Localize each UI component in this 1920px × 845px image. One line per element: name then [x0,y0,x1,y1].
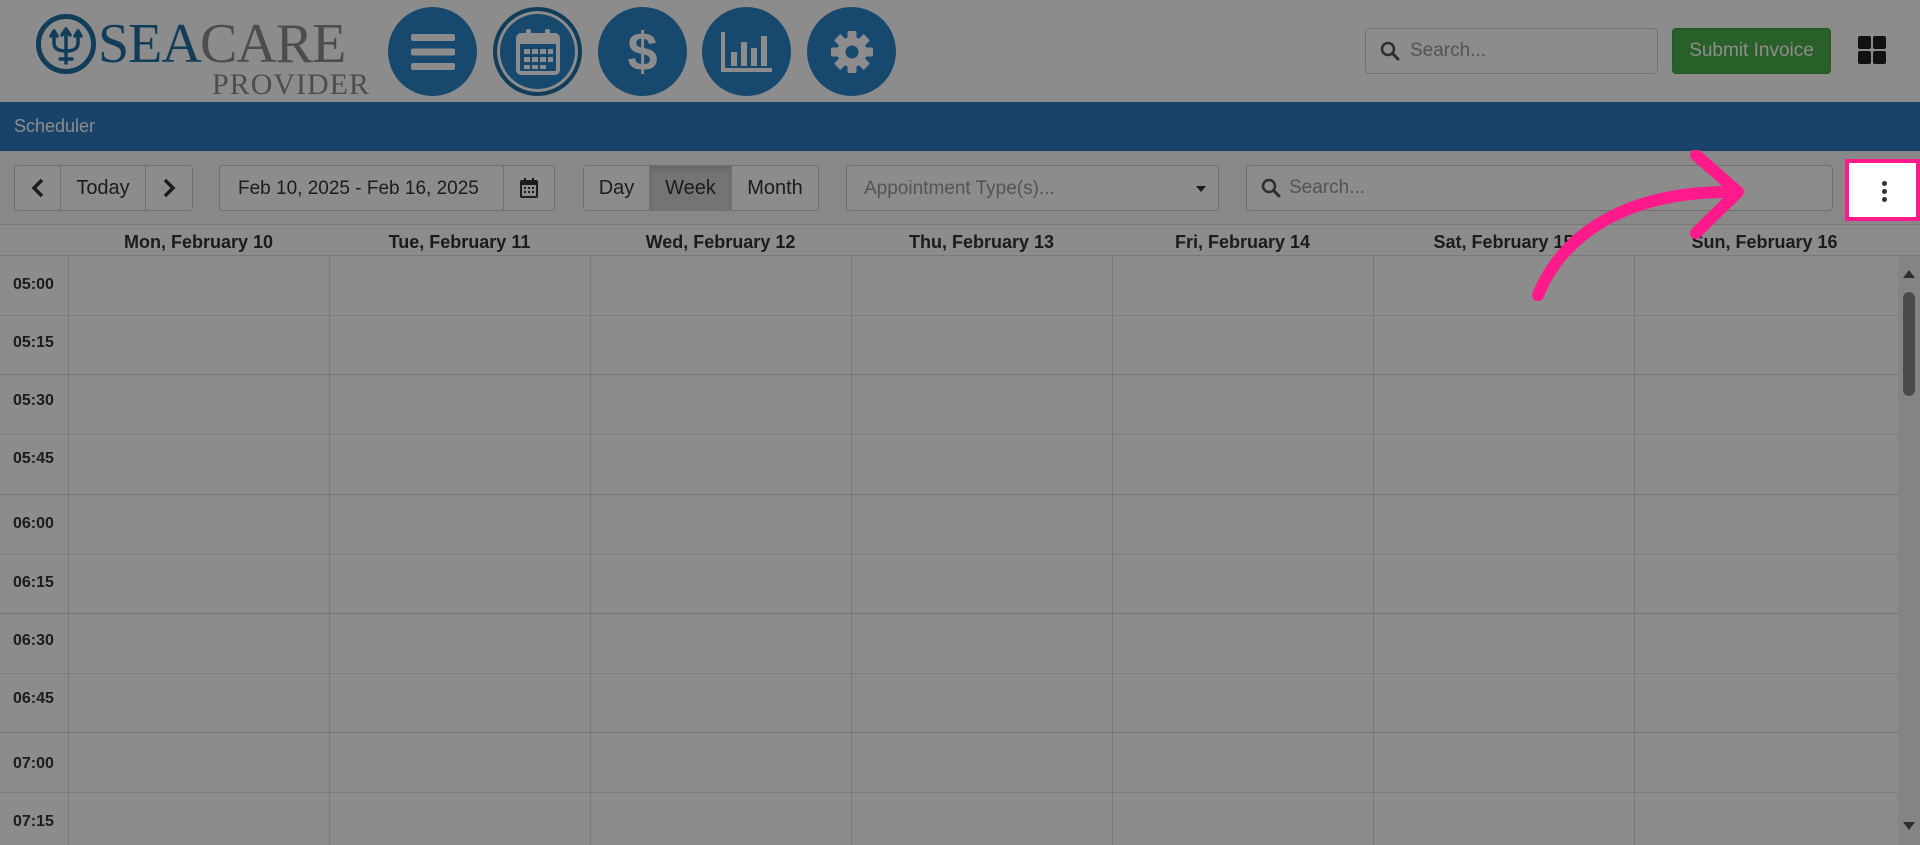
search-icon [1380,41,1400,61]
scheduler-toolbar: Today Feb 10, 2025 - Feb 16, 2025 Day We… [0,151,1920,225]
grid-divider [0,613,1898,614]
hamburger-menu-icon [410,33,455,70]
nav-reports-button[interactable] [702,7,791,96]
time-label: 06:00 [13,515,54,532]
calendar-day-header: Mon, February 10 Tue, February 11 Wed, F… [0,226,1920,256]
date-picker-button[interactable] [503,166,554,210]
view-switcher: Day Week Month [583,165,819,211]
grid-divider [1112,256,1113,845]
caret-down-icon [1196,186,1206,192]
time-label: 05:45 [13,450,54,467]
nav-settings-button[interactable] [807,7,896,96]
grid-divider [0,554,1898,555]
time-label: 07:15 [13,813,54,830]
date-range-picker[interactable]: Feb 10, 2025 - Feb 16, 2025 [219,165,555,211]
day-header-sat: Sat, February 15 [1433,232,1574,252]
chevron-right-icon [163,178,176,198]
logo-provider-text: PROVIDER [212,68,371,101]
nav-scheduler-button[interactable] [493,7,582,96]
grid-divider [1634,256,1635,845]
chevron-left-icon [31,178,43,198]
global-search-input[interactable] [1410,29,1650,73]
dollar-icon: $ [627,21,658,82]
time-label: 05:00 [13,276,54,293]
bar-chart-icon [720,31,772,72]
calendar-icon [515,28,560,75]
scroll-up-icon[interactable] [1903,270,1915,278]
time-label: 06:15 [13,574,54,591]
grid-divider [0,673,1898,674]
grid-divider [0,494,1898,495]
vertical-ellipsis-icon [1882,181,1888,205]
view-day-button[interactable]: Day [584,166,650,210]
scheduler-search[interactable] [1246,165,1833,211]
day-header-sun: Sun, February 16 [1691,232,1838,252]
day-header-fri: Fri, February 14 [1174,232,1311,252]
scroll-down-icon[interactable] [1903,822,1915,830]
gear-icon [830,30,873,73]
grid-divider [1373,256,1374,845]
grid-divider [0,434,1898,435]
page-title: Scheduler [14,116,96,136]
time-label: 07:00 [13,755,54,772]
logo-care-text: CARE [200,13,346,75]
apps-grid-icon[interactable] [1858,36,1886,64]
date-range-text: Feb 10, 2025 - Feb 16, 2025 [238,178,479,199]
day-header-tue: Tue, February 11 [388,232,531,252]
more-options-button[interactable] [1845,159,1920,221]
day-header-wed: Wed, February 12 [645,232,796,252]
calendar-scrollbar[interactable] [1898,256,1920,845]
nav-menu-button[interactable] [388,7,477,96]
view-month-button[interactable]: Month [732,166,818,210]
nav-billing-button[interactable]: $ [598,7,687,96]
calendar-icon [520,178,538,198]
today-button[interactable]: Today [61,166,146,210]
time-label: 05:15 [13,334,54,351]
grid-divider [851,256,852,845]
time-label: 06:30 [13,632,54,649]
view-week-button[interactable]: Week [650,166,732,210]
scheduler-search-input[interactable] [1289,166,1819,210]
next-button[interactable] [146,166,192,210]
grid-divider [68,256,69,845]
time-label: 06:45 [13,690,54,707]
submit-invoice-button[interactable]: Submit Invoice [1672,28,1831,74]
grid-divider [329,256,330,845]
seacare-provider-logo[interactable]: SEA CARE PROVIDER [36,12,369,100]
search-icon [1261,178,1281,198]
grid-divider [0,374,1898,375]
grid-divider [0,315,1898,316]
page-title-bar: Scheduler [0,102,1920,151]
appointment-type-placeholder: Appointment Type(s)... [864,178,1055,199]
time-label: 05:30 [13,392,54,409]
previous-button[interactable] [15,166,61,210]
scrollbar-thumb[interactable] [1903,292,1915,396]
grid-divider [590,256,591,845]
grid-divider [0,732,1898,733]
calendar-grid[interactable]: 05:00 05:15 05:30 05:45 06:00 06:15 06:3… [0,256,1898,845]
trident-icon [36,14,96,74]
day-header-thu: Thu, February 13 [908,232,1055,252]
grid-divider [0,792,1898,793]
top-header: SEA CARE PROVIDER $ Search... Submit Inv… [0,0,1920,102]
logo-sea-text: SEA [98,13,202,75]
appointment-type-select[interactable]: Appointment Type(s)... [846,165,1219,211]
date-navigation: Today [14,165,193,211]
day-header-mon: Mon, February 10 [123,232,274,252]
global-search[interactable] [1365,28,1658,74]
